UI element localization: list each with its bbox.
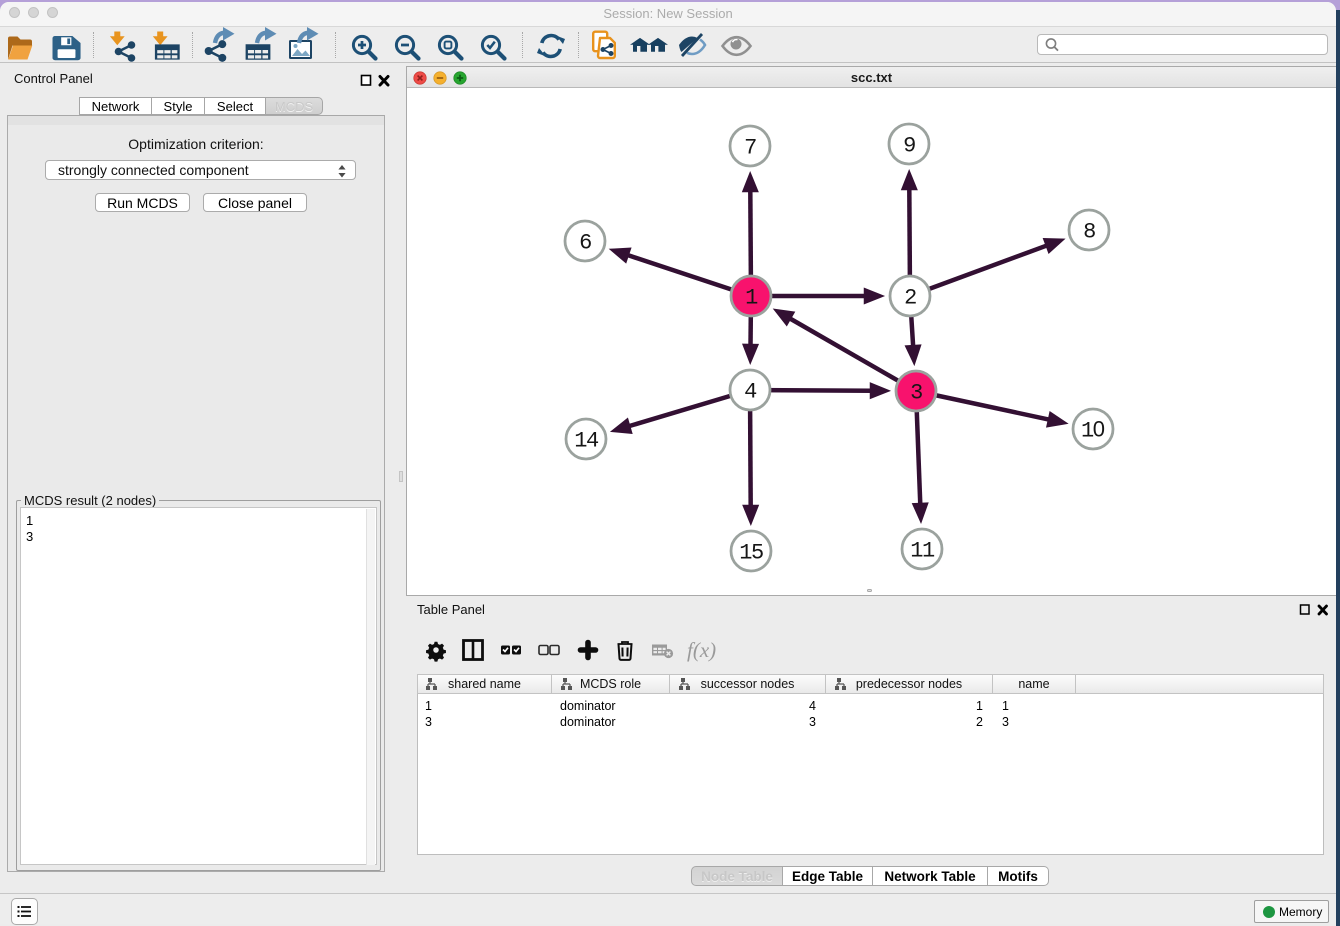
- svg-text:2: 2: [904, 285, 916, 310]
- svg-text:f(x): f(x): [687, 638, 716, 662]
- svg-text:6: 6: [579, 230, 591, 255]
- svg-text:7: 7: [744, 135, 756, 160]
- svg-text:4: 4: [744, 379, 757, 404]
- svg-text:8: 8: [1083, 219, 1095, 244]
- svg-text:15: 15: [739, 540, 763, 565]
- svg-text:11: 11: [910, 538, 935, 563]
- svg-text:14: 14: [574, 428, 599, 453]
- svg-text:3: 3: [910, 380, 922, 405]
- svg-text:10: 10: [1081, 416, 1105, 443]
- svg-text:1: 1: [745, 285, 758, 310]
- svg-text:9: 9: [903, 133, 915, 158]
